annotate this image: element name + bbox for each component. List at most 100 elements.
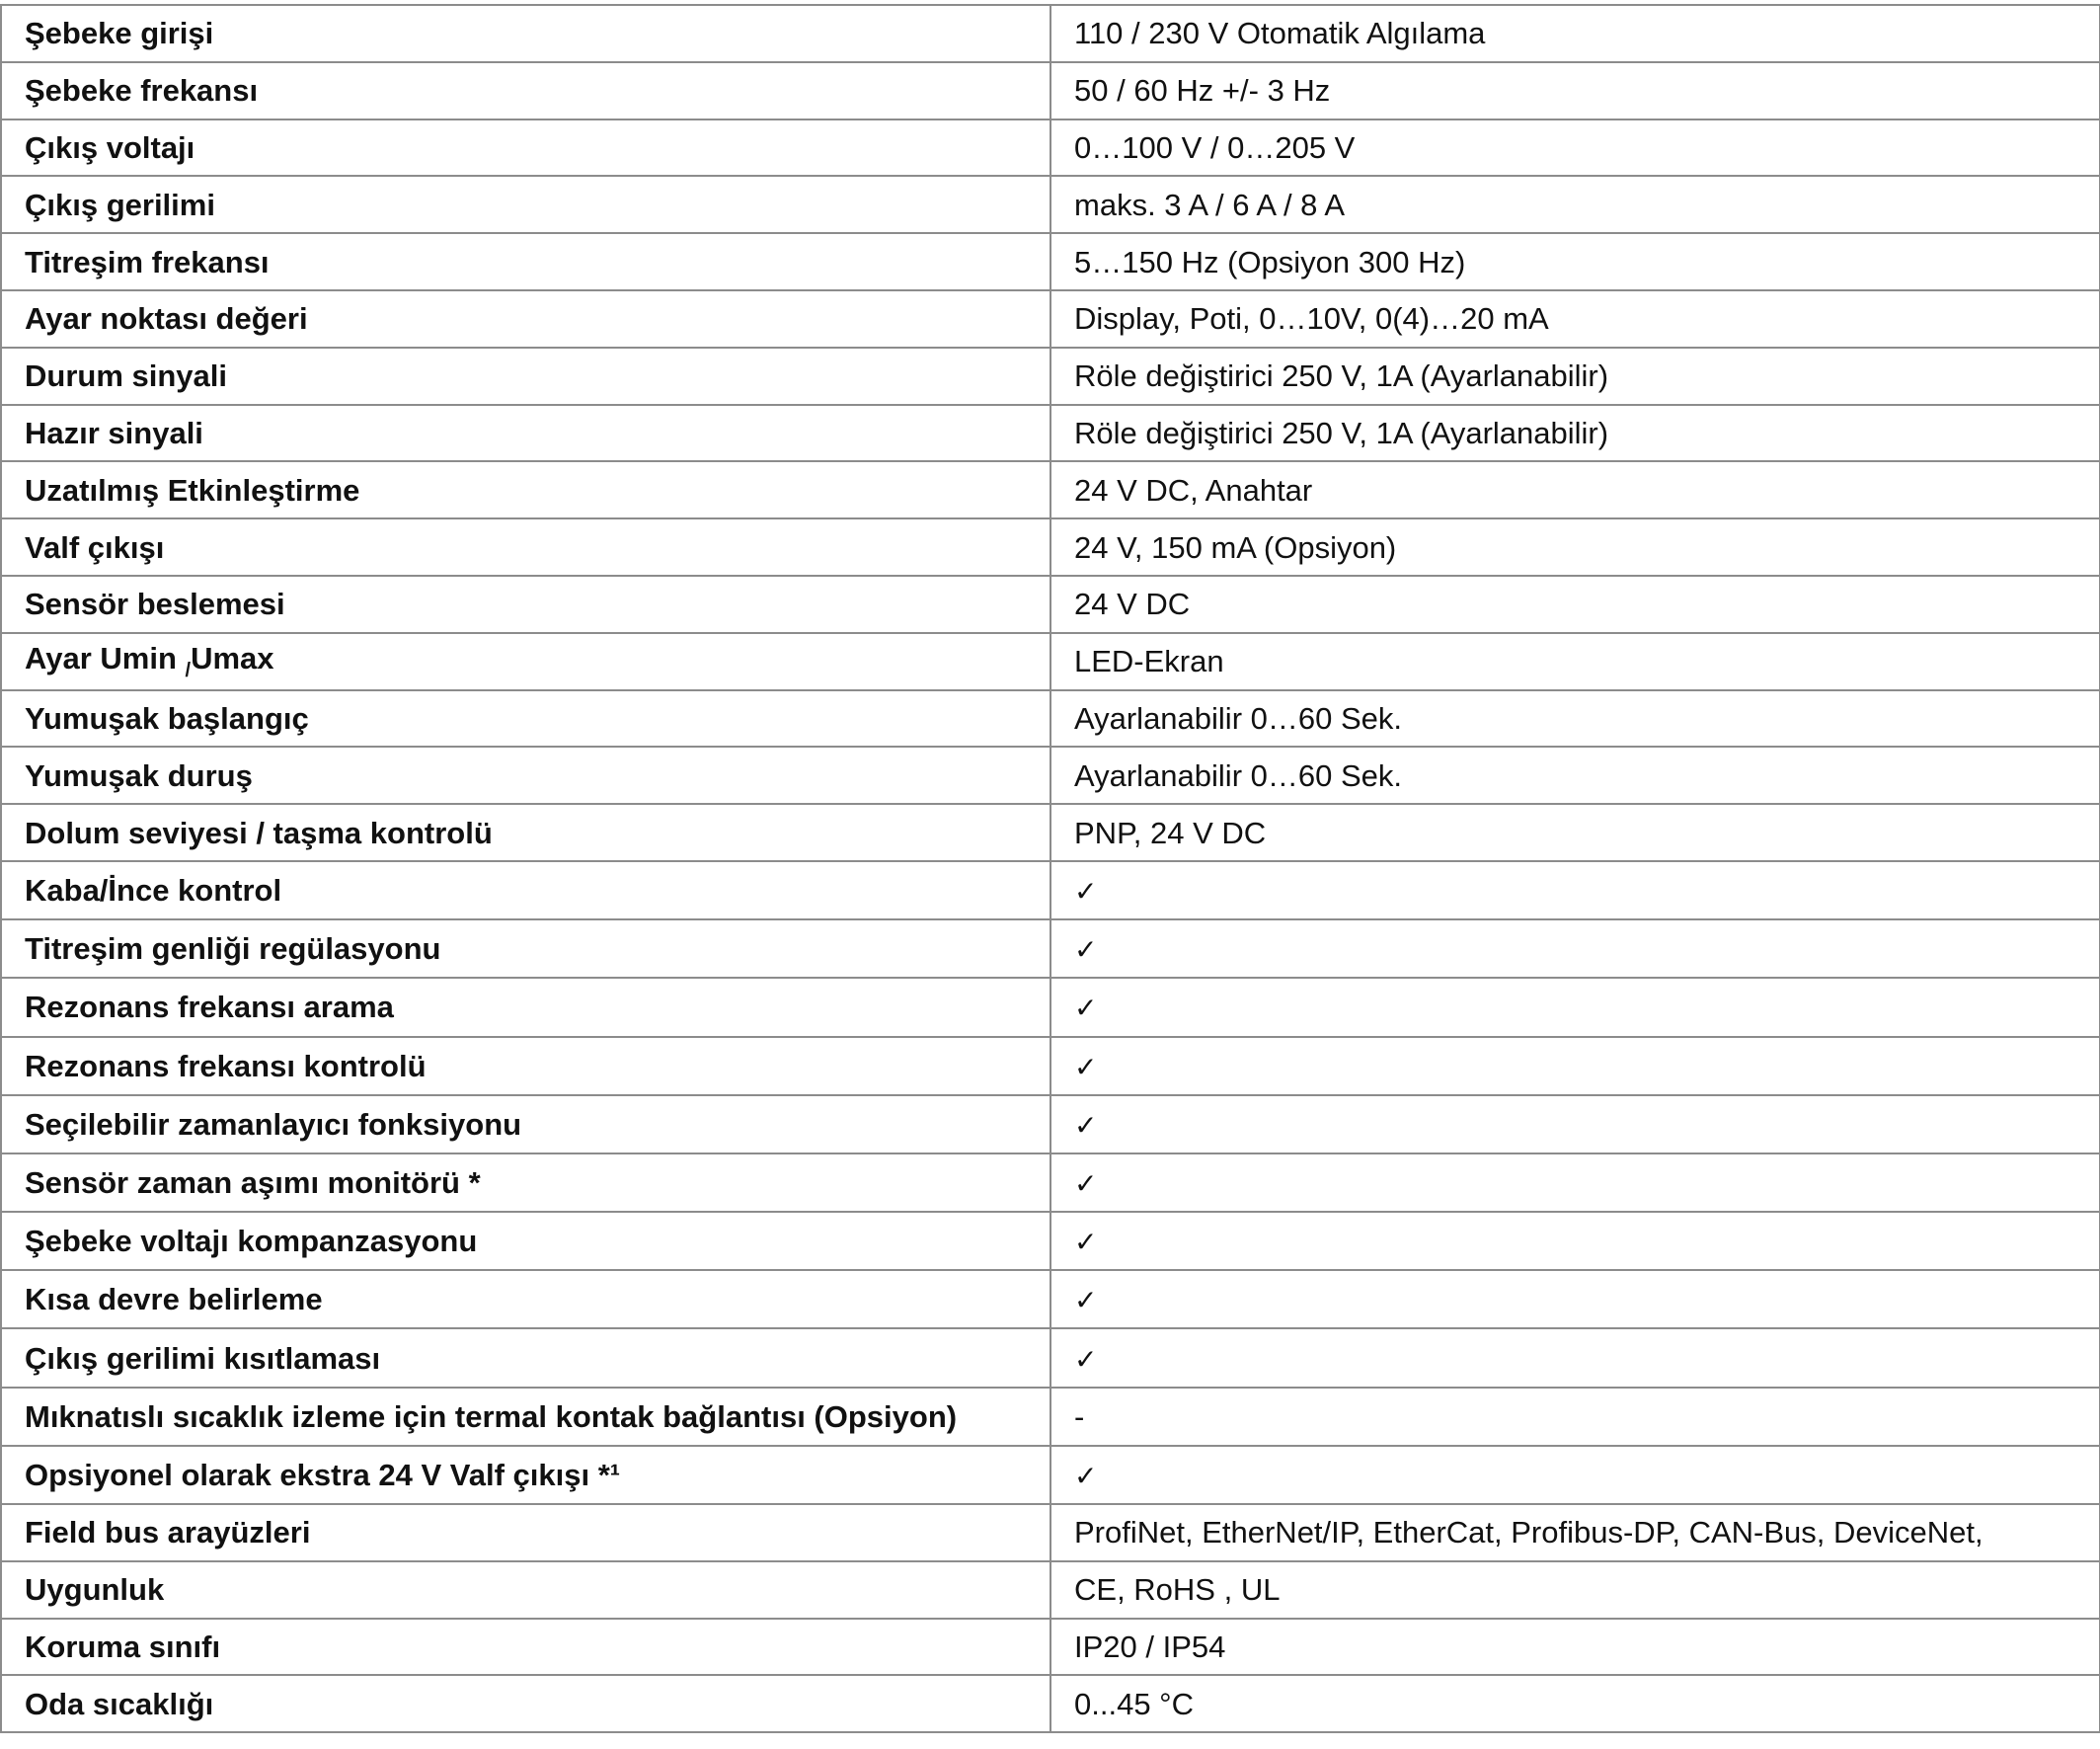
row-value: ✓ [1050, 1444, 2100, 1506]
row-value: LED-Ekran [1050, 631, 2100, 691]
table-row: Mıknatıslı sıcaklık izleme için termal k… [0, 1386, 2100, 1447]
row-value: 0…100 V / 0…205 V [1050, 118, 2100, 178]
table-row: Koruma sınıfı IP20 / IP54 [0, 1617, 2100, 1677]
check-icon: ✓ [1074, 1342, 1098, 1376]
row-label: Şebeke girişi [0, 4, 1051, 63]
row-label: Titreşim genliği regülasyonu [0, 918, 1051, 980]
row-label: Opsiyonel olarak ekstra 24 V Valf çıkışı… [0, 1444, 1051, 1506]
table-row: Uygunluk CE, RoHS , UL [0, 1559, 2100, 1620]
row-label: Titreşim frekansı [0, 232, 1051, 291]
row-label: Field bus arayüzleri [0, 1503, 1051, 1562]
row-label: Valf çıkışı [0, 517, 1051, 577]
row-value: 24 V DC [1050, 574, 2100, 634]
row-value: ✓ [1050, 1269, 2100, 1330]
row-label: Yumuşak duruş [0, 746, 1051, 806]
row-label: Oda sıcaklığı [0, 1674, 1051, 1734]
row-label: Durum sinyali [0, 346, 1051, 406]
table-row: Kısa devre belirleme ✓ [0, 1269, 2100, 1330]
row-value: 24 V, 150 mA (Opsiyon) [1050, 517, 2100, 577]
label-umax: Umax [191, 640, 274, 676]
row-label: Uzatılmış Etkinleştirme [0, 460, 1051, 520]
row-value: PNP, 24 V DC [1050, 803, 2100, 862]
row-label: Çıkış voltajı [0, 118, 1051, 178]
label-umin: Ayar Umin [25, 640, 177, 676]
row-value: ✓ [1050, 1327, 2100, 1389]
row-value: ✓ [1050, 1152, 2100, 1214]
row-value: Röle değiştirici 250 V, 1A (Ayarlanabili… [1050, 403, 2100, 463]
row-value: Display, Poti, 0…10V, 0(4)…20 mA [1050, 288, 2100, 349]
table-row: Yumuşak duruş Ayarlanabilir 0…60 Sek. [0, 746, 2100, 806]
row-value: 50 / 60 Hz +/- 3 Hz [1050, 60, 2100, 120]
table-row: Hazır sinyali Röle değiştirici 250 V, 1A… [0, 403, 2100, 463]
table-row: Durum sinyali Röle değiştirici 250 V, 1A… [0, 346, 2100, 406]
check-icon: ✓ [1074, 1108, 1098, 1142]
row-label: Koruma sınıfı [0, 1617, 1051, 1677]
row-label: Sensör zaman aşımı monitörü * [0, 1152, 1051, 1214]
table-row: Valf çıkışı 24 V, 150 mA (Opsiyon) [0, 517, 2100, 577]
row-label: Mıknatıslı sıcaklık izleme için termal k… [0, 1386, 1051, 1447]
table-row: Yumuşak başlangıç Ayarlanabilir 0…60 Sek… [0, 688, 2100, 749]
check-icon: ✓ [1074, 933, 1098, 967]
table-row: Sensör beslemesi 24 V DC [0, 574, 2100, 634]
row-value: ✓ [1050, 1035, 2100, 1096]
table-row: Sensör zaman aşımı monitörü * ✓ [0, 1152, 2100, 1214]
row-value: ✓ [1050, 859, 2100, 921]
table-row: Şebeke girişi 110 / 230 V Otomatik Algıl… [0, 4, 2100, 63]
row-value: 5…150 Hz (Opsiyon 300 Hz) [1050, 232, 2100, 291]
table-row: Dolum seviyesi / taşma kontrolü PNP, 24 … [0, 803, 2100, 862]
table-row: Ayar Umin /Umax LED-Ekran [0, 631, 2100, 691]
row-label: Ayar noktası değeri [0, 288, 1051, 349]
check-icon: ✓ [1074, 992, 1098, 1025]
check-icon: ✓ [1074, 1226, 1098, 1259]
row-label: Hazır sinyali [0, 403, 1051, 463]
row-value: IP20 / IP54 [1050, 1617, 2100, 1677]
row-label: Yumuşak başlangıç [0, 688, 1051, 749]
table-row: Titreşim genliği regülasyonu ✓ [0, 918, 2100, 980]
row-label: Dolum seviyesi / taşma kontrolü [0, 803, 1051, 862]
table-row: Oda sıcaklığı 0...45 °C [0, 1674, 2100, 1734]
check-icon: ✓ [1074, 1459, 1098, 1492]
row-value: ✓ [1050, 977, 2100, 1038]
table-row: Çıkış voltajı 0…100 V / 0…205 V [0, 118, 2100, 178]
row-value: Ayarlanabilir 0…60 Sek. [1050, 688, 2100, 749]
row-label: Ayar Umin /Umax [0, 631, 1051, 691]
row-value: Röle değiştirici 250 V, 1A (Ayarlanabili… [1050, 346, 2100, 406]
table-row: Seçilebilir zamanlayıcı fonksiyonu ✓ [0, 1093, 2100, 1154]
check-icon: ✓ [1074, 875, 1098, 909]
table-row: Çıkış gerilimi maks. 3 A / 6 A / 8 A [0, 175, 2100, 235]
row-value: ✓ [1050, 918, 2100, 980]
table-row: Şebeke frekansı 50 / 60 Hz +/- 3 Hz [0, 60, 2100, 120]
row-label: Seçilebilir zamanlayıcı fonksiyonu [0, 1093, 1051, 1154]
table-row: Field bus arayüzleri ProfiNet, EtherNet/… [0, 1503, 2100, 1562]
row-value: Ayarlanabilir 0…60 Sek. [1050, 746, 2100, 806]
row-value: ✓ [1050, 1211, 2100, 1272]
row-value: 0...45 °C [1050, 1674, 2100, 1734]
row-label: Çıkış gerilimi [0, 175, 1051, 235]
row-label: Şebeke voltajı kompanzasyonu [0, 1211, 1051, 1272]
row-value: maks. 3 A / 6 A / 8 A [1050, 175, 2100, 235]
table-row: Titreşim frekansı 5…150 Hz (Opsiyon 300 … [0, 232, 2100, 291]
table-row: Şebeke voltajı kompanzasyonu ✓ [0, 1211, 2100, 1272]
row-label: Rezonans frekansı kontrolü [0, 1035, 1051, 1096]
check-icon: ✓ [1074, 1050, 1098, 1083]
row-label: Sensör beslemesi [0, 574, 1051, 634]
table-row: Ayar noktası değeri Display, Poti, 0…10V… [0, 288, 2100, 349]
row-label: Şebeke frekansı [0, 60, 1051, 120]
table-row: Rezonans frekansı arama ✓ [0, 977, 2100, 1038]
row-value: ✓ [1050, 1093, 2100, 1154]
row-value: 110 / 230 V Otomatik Algılama [1050, 4, 2100, 63]
row-value: - [1050, 1386, 2100, 1447]
row-value: CE, RoHS , UL [1050, 1559, 2100, 1620]
row-value: 24 V DC, Anahtar [1050, 460, 2100, 520]
check-icon: ✓ [1074, 1166, 1098, 1200]
row-label: Kaba/İnce kontrol [0, 859, 1051, 921]
page: { "rows": [ {"label": "Şebeke girişi", "… [0, 0, 2100, 1749]
row-label: Rezonans frekansı arama [0, 977, 1051, 1038]
table-row: Opsiyonel olarak ekstra 24 V Valf çıkışı… [0, 1444, 2100, 1506]
row-label: Kısa devre belirleme [0, 1269, 1051, 1330]
check-icon: ✓ [1074, 1284, 1098, 1317]
row-label: Çıkış gerilimi kısıtlaması [0, 1327, 1051, 1389]
table-row: Çıkış gerilimi kısıtlaması ✓ [0, 1327, 2100, 1389]
row-value: ProfiNet, EtherNet/IP, EtherCat, Profibu… [1050, 1503, 2100, 1562]
table-row: Uzatılmış Etkinleştirme 24 V DC, Anahtar [0, 460, 2100, 520]
